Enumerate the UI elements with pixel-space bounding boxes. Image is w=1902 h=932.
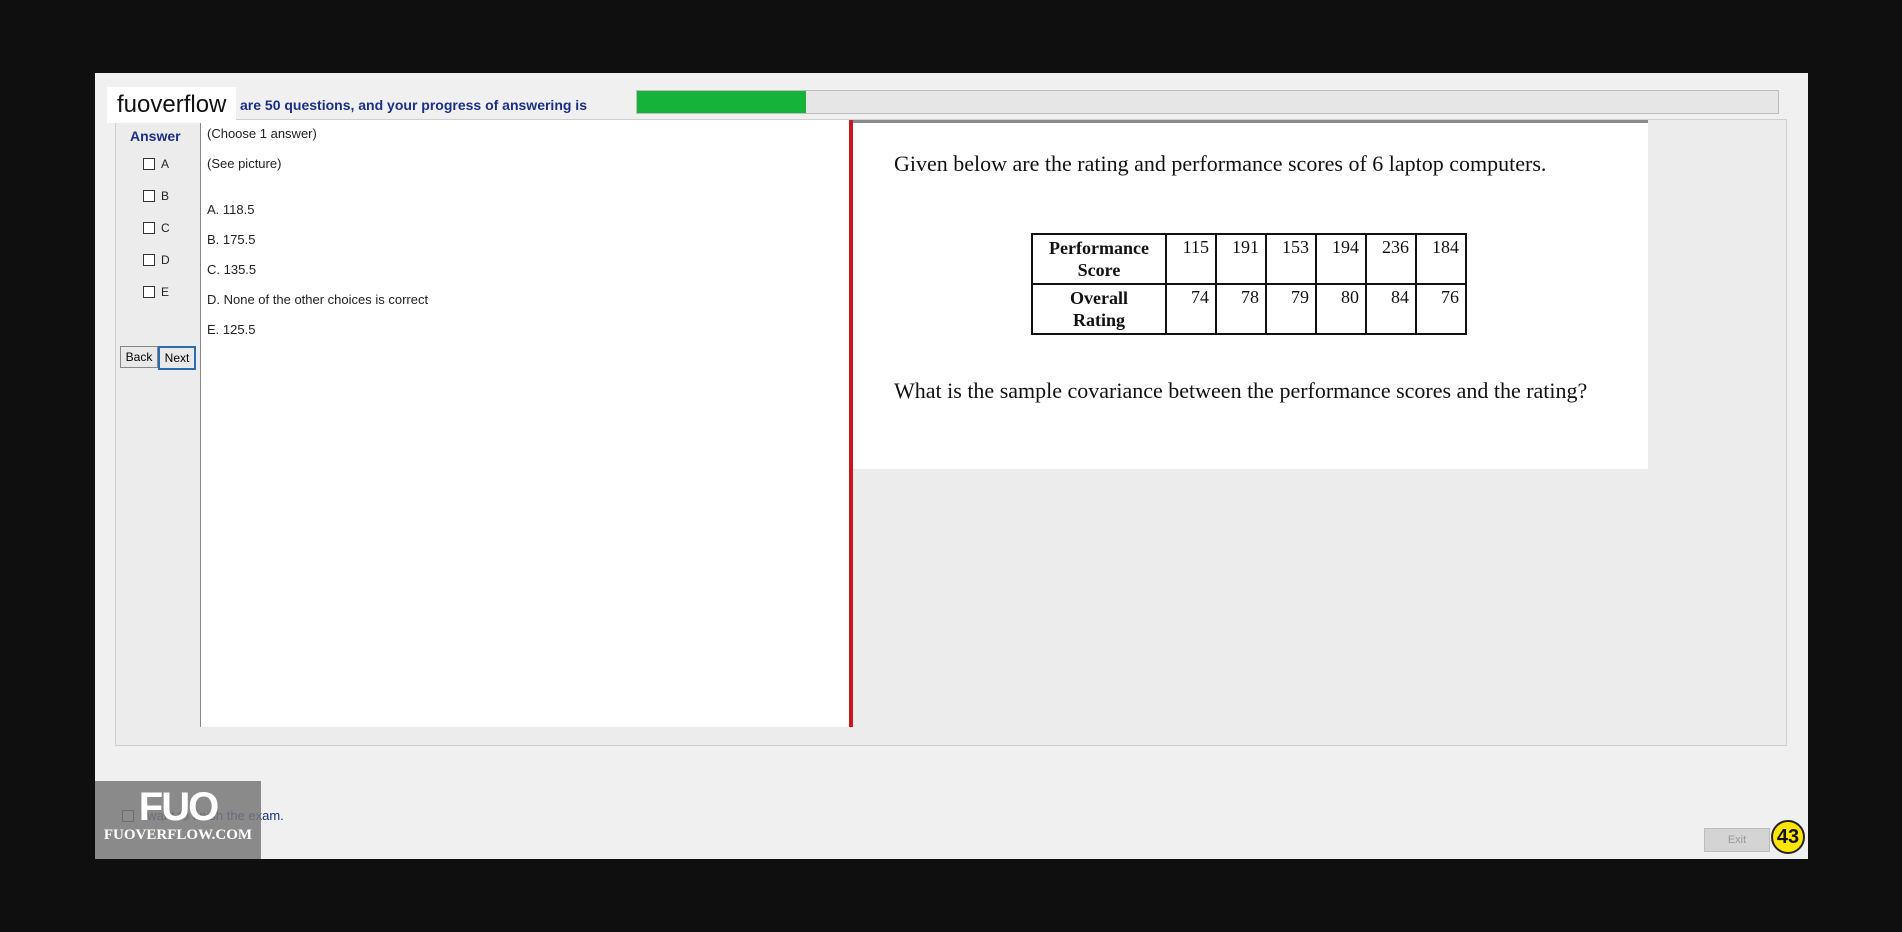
row-label: Performance Score [1031, 233, 1167, 285]
choice-c: C. 135.5 [207, 262, 257, 277]
table-cell: 236 [1365, 233, 1417, 285]
checkbox[interactable] [143, 158, 155, 170]
progress-fill [637, 91, 806, 113]
exam-window: fuoverflow are 50 questions, and your pr… [95, 73, 1808, 859]
checkbox[interactable] [143, 254, 155, 266]
page-number-badge: 43 [1771, 820, 1805, 854]
progress-bar [636, 90, 1779, 114]
checkbox[interactable] [143, 190, 155, 202]
answer-option-d[interactable]: D [143, 253, 170, 267]
table-cell: 153 [1265, 233, 1317, 285]
answer-option-e[interactable]: E [143, 285, 169, 299]
checkbox[interactable] [143, 222, 155, 234]
table-cell: 80 [1315, 283, 1367, 335]
table-cell: 74 [1165, 283, 1217, 335]
next-button[interactable]: Next [158, 346, 196, 370]
table-cell: 78 [1215, 283, 1267, 335]
answer-title: Answer [130, 128, 181, 144]
answer-column: Answer A B C D E Back Next [116, 120, 198, 740]
question-see-picture: (See picture) [207, 156, 282, 171]
choice-d: D. None of the other choices is correct [207, 292, 429, 307]
question-frame: Answer A B C D E Back Next (Choose 1 ans… [115, 119, 1787, 746]
table-row: Overall Rating 74 78 79 80 84 76 [1031, 283, 1467, 335]
table-cell: 84 [1365, 283, 1417, 335]
checkbox[interactable] [143, 286, 155, 298]
choice-e: E. 125.5 [207, 322, 256, 337]
progress-text: are 50 questions, and your progress of a… [240, 97, 587, 113]
table-cell: 76 [1415, 283, 1467, 335]
brand-tag: fuoverflow [107, 87, 237, 123]
image-question: What is the sample covariance between th… [894, 378, 1588, 403]
answer-option-a[interactable]: A [143, 157, 169, 171]
table-cell: 79 [1265, 283, 1317, 335]
question-panel: (Choose 1 answer) (See picture) A. 118.5… [200, 120, 853, 727]
choice-a: A. 118.5 [207, 202, 255, 217]
table-row: Performance Score 115 191 153 194 236 18… [1031, 233, 1467, 285]
table-cell: 115 [1165, 233, 1217, 285]
table-cell: 194 [1315, 233, 1367, 285]
table-cell: 184 [1415, 233, 1467, 285]
question-instruction: (Choose 1 answer) [207, 126, 317, 141]
question-image: Given below are the rating and performan… [853, 120, 1648, 469]
image-intro: Given below are the rating and performan… [894, 151, 1547, 176]
choice-b: B. 175.5 [207, 232, 256, 247]
back-button[interactable]: Back [120, 346, 158, 368]
answer-option-c[interactable]: C [143, 221, 170, 235]
fuoverflow-logo: FUO FUOVERFLOW.COM [95, 781, 261, 859]
answer-option-b[interactable]: B [143, 189, 169, 203]
table-cell: 191 [1215, 233, 1267, 285]
data-table: Performance Score 115 191 153 194 236 18… [1031, 233, 1467, 335]
exit-button[interactable]: Exit [1704, 828, 1770, 852]
row-label: Overall Rating [1031, 283, 1167, 335]
